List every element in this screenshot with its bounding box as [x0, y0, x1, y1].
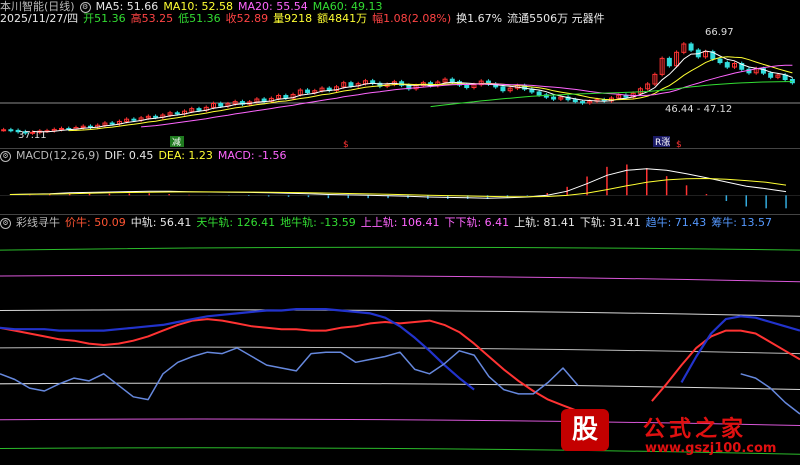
price-pane [0, 42, 800, 135]
candle-body [153, 115, 159, 118]
dea-label: DEA: 1.23 [158, 149, 213, 162]
sky-label: 天牛轨: 126.41 [196, 216, 276, 229]
dif-line [9, 168, 787, 199]
band-line [0, 309, 800, 317]
bull-settings-icon[interactable]: ⚙ [0, 217, 11, 229]
candle-body [449, 78, 455, 83]
candle-body [8, 129, 14, 132]
band-line [0, 274, 800, 283]
candle-body [218, 103, 224, 107]
high-annotation: 66.97 [705, 27, 734, 38]
mid-label: 中轨: 56.41 [130, 216, 192, 229]
chip-bull-label: 筹牛: 13.57 [711, 216, 772, 229]
bull-header: ⚙ 彩线寻牛 价牛: 50.09 中轨: 56.41 天牛轨: 126.41 地牛轨: -… [0, 216, 777, 229]
candle-body [131, 118, 137, 121]
macd-header: ⚙ MACD(12,26,9) DIF: 0.45 DEA: 1.23 MACD: -1… [0, 149, 292, 162]
series-line [0, 308, 800, 391]
candle-body [196, 108, 202, 111]
macd-settings-icon[interactable]: ⚙ [0, 150, 11, 162]
watermark: 股 公式之家 www.gszj100.com [555, 405, 800, 465]
candle-body [305, 89, 311, 94]
range-annotation: 46.44 - 47.12 [665, 104, 732, 115]
ma-line [141, 64, 793, 128]
band-line [0, 246, 800, 251]
candle-body [666, 57, 672, 67]
candle-body [109, 122, 115, 125]
watermark-title: 公式之家 [643, 417, 748, 442]
dif-label: DIF: 0.45 [104, 149, 154, 162]
candle-body [536, 91, 542, 96]
trend-bull-label: 趋牛: 71.43 [645, 216, 707, 229]
candle-body [688, 43, 694, 51]
ground-label: 地牛轨: -13.59 [280, 216, 356, 229]
downdown-label: 下下轨: 6.41 [444, 216, 510, 229]
candle-body [717, 58, 723, 64]
price-bull-label: 价牛: 50.09 [65, 216, 126, 229]
candle-body [348, 82, 354, 87]
candle-body [261, 98, 267, 102]
candle-body [174, 112, 180, 115]
candle-body [724, 62, 730, 68]
low-annotation: 37.11 [18, 130, 47, 141]
watermark-url: www.gszj100.com [645, 441, 777, 456]
candle-body [1, 129, 7, 132]
down-label: 下轨: 31.41 [579, 216, 641, 229]
candle-body [572, 99, 578, 103]
bull-title: 彩线寻牛 [16, 216, 60, 229]
candle-body [500, 86, 506, 92]
increase-tag: R涨 [655, 137, 670, 148]
candle-body [768, 72, 774, 78]
ma-line [68, 56, 793, 132]
candle-body [580, 101, 586, 104]
chart-canvas[interactable]: 66.97 37.11 46.44 - 47.12 减 $ R涨 $ [0, 0, 800, 465]
candle-body [464, 84, 470, 89]
upup-label: 上上轨: 106.41 [360, 216, 440, 229]
watermark-logo: 股 [561, 409, 609, 451]
reduce-tag: 减 [172, 136, 181, 148]
macd-title: MACD(12,26,9) [16, 149, 100, 162]
candle-body [551, 96, 557, 100]
candle-body [283, 95, 289, 99]
series-line [0, 318, 800, 413]
candle-body [59, 127, 64, 130]
dea-line [9, 177, 787, 198]
macd-pane [0, 164, 800, 209]
macd-label: MACD: -1.56 [217, 149, 287, 162]
pane-divider-2 [0, 214, 800, 215]
up-label: 上轨: 81.41 [514, 216, 575, 229]
